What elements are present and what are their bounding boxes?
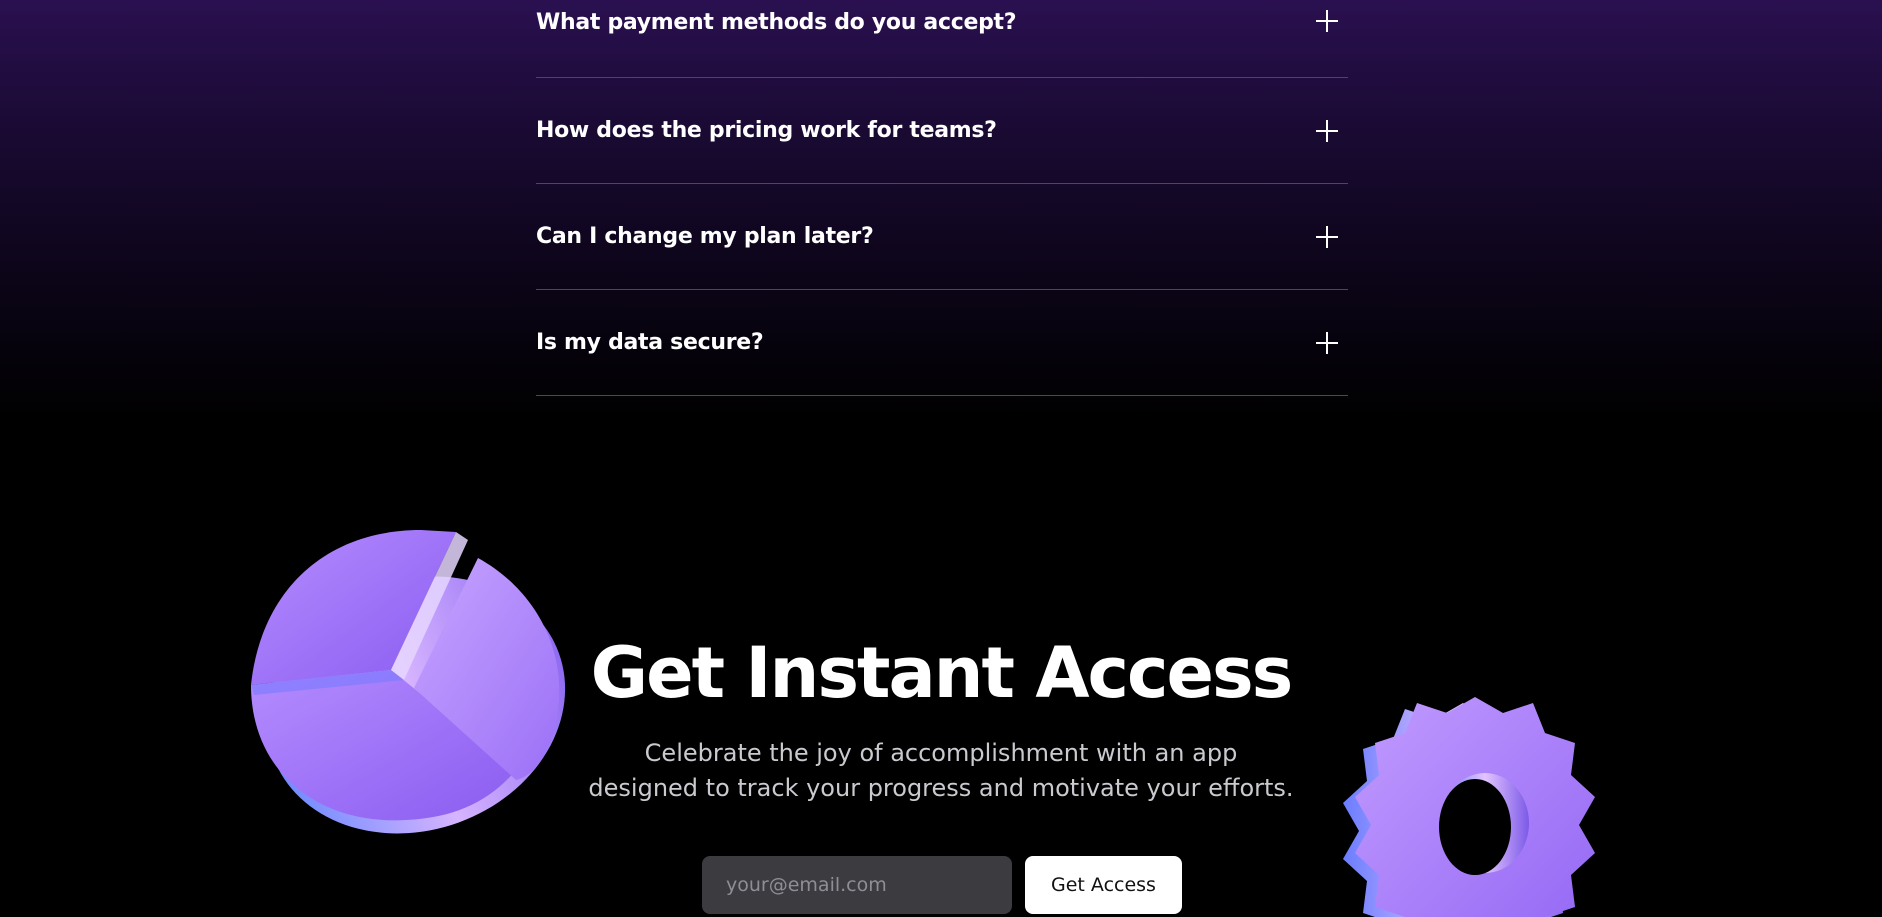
plus-icon[interactable] <box>1316 225 1338 248</box>
email-input[interactable] <box>702 856 1012 914</box>
faq-question: How does the pricing work for teams? <box>536 118 997 143</box>
faq-item-data-security[interactable]: Is my data secure? <box>536 290 1348 396</box>
cta-title: Get Instant Access <box>590 632 1294 714</box>
faq-item-payment-methods[interactable]: What payment methods do you accept? <box>536 0 1348 78</box>
plus-icon[interactable] <box>1316 119 1338 142</box>
faq-list: What payment methods do you accept? How … <box>536 0 1348 396</box>
get-access-button[interactable]: Get Access <box>1025 856 1182 914</box>
plus-icon[interactable] <box>1316 10 1338 32</box>
plus-icon[interactable] <box>1316 331 1338 354</box>
cta-subtitle-line: designed to track your progress and moti… <box>588 774 1294 802</box>
faq-question: Can I change my plan later? <box>536 224 874 249</box>
faq-question: Is my data secure? <box>536 330 764 355</box>
faq-question: What payment methods do you accept? <box>536 10 1017 35</box>
cta-subtitle-line: Celebrate the joy of accomplishment with… <box>644 739 1238 767</box>
faq-item-team-pricing[interactable]: How does the pricing work for teams? <box>536 78 1348 184</box>
faq-item-change-plan[interactable]: Can I change my plan later? <box>536 184 1348 290</box>
cta-subtitle: Celebrate the joy of accomplishment with… <box>0 736 1882 806</box>
